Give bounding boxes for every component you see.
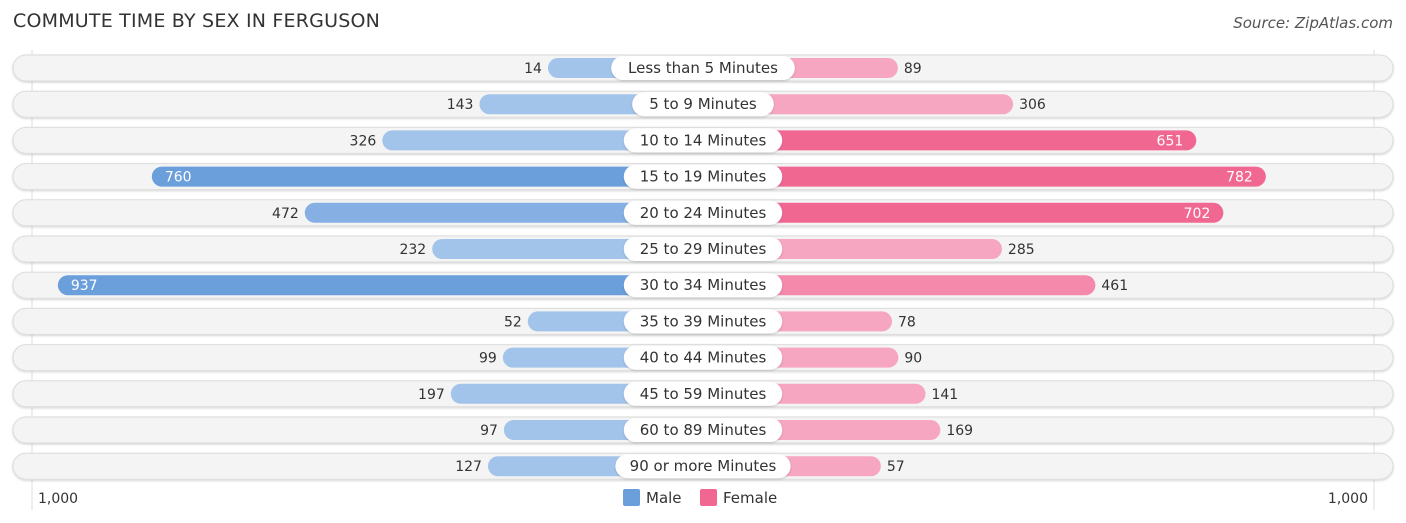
value-label-male: 127 [455,459,482,475]
axis-right-label: 1,000 [1328,491,1368,507]
bar-row: 14 89 Less than 5 Minutes [12,54,1394,82]
value-label-male: 232 [399,242,426,258]
value-label-male: 197 [418,387,445,403]
category-label: 90 or more Minutes [630,457,777,475]
value-label-male: 472 [272,206,299,222]
category-label: 35 to 39 Minutes [640,312,767,330]
bar-row: 197 141 45 to 59 Minutes [12,380,1394,408]
axis-left-label: 1,000 [38,491,78,507]
category-label: 20 to 24 Minutes [640,204,767,222]
legend: Male Female [623,489,777,507]
value-label-male: 760 [165,170,192,186]
value-label-female: 57 [887,459,905,475]
bar-female [703,166,1266,187]
bar-row: 143 306 5 to 9 Minutes [12,90,1394,118]
category-label: 10 to 14 Minutes [640,131,767,149]
bar-male [151,166,704,187]
bar-row: 52 78 35 to 39 Minutes [12,307,1394,335]
value-label-female: 141 [931,387,958,403]
bar-row: 937 461 30 to 34 Minutes [12,271,1394,299]
chart-canvas: 14 89 Less than 5 Minutes 143 306 5 to 9 Minu… [12,50,1394,510]
category-label: 25 to 29 Minutes [640,240,767,258]
category-label: 15 to 19 Minutes [640,168,767,186]
bar-row: 760 782 15 to 19 Minutes [12,163,1394,191]
category-label: 40 to 44 Minutes [640,349,767,367]
value-label-female: 90 [904,351,922,367]
bar-row: 99 90 40 to 44 Minutes [12,344,1394,372]
bar-row: 232 285 25 to 29 Minutes [12,235,1394,263]
value-label-male: 52 [504,314,522,330]
legend-label-female: Female [723,489,777,507]
value-label-female: 89 [904,61,922,77]
category-label: 30 to 34 Minutes [640,276,767,294]
value-label-male: 14 [524,61,542,77]
value-label-female: 306 [1019,97,1046,113]
value-label-female: 169 [946,423,973,439]
value-label-male: 99 [479,351,497,367]
legend-swatch-male [623,489,640,506]
value-label-female: 782 [1226,170,1253,186]
value-label-male: 143 [447,97,474,113]
bar-male [57,275,703,296]
value-label-female: 285 [1008,242,1035,258]
category-label: 5 to 9 Minutes [649,95,757,113]
value-label-female: 78 [898,314,916,330]
bar-row: 127 57 90 or more Minutes [12,452,1394,480]
legend-swatch-female [700,489,717,506]
value-label-female: 461 [1101,278,1128,294]
value-label-male: 937 [71,278,98,294]
category-label: Less than 5 Minutes [628,59,778,77]
value-label-female: 651 [1157,133,1184,149]
value-label-male: 97 [480,423,498,439]
category-label: 45 to 59 Minutes [640,385,767,403]
value-label-female: 702 [1184,206,1211,222]
bar-row: 97 169 60 to 89 Minutes [12,416,1394,444]
legend-label-male: Male [646,489,682,507]
bar-row: 326 651 10 to 14 Minutes [12,126,1394,154]
category-label: 60 to 89 Minutes [640,421,767,439]
value-label-male: 326 [350,133,377,149]
bar-row: 472 702 20 to 24 Minutes [12,199,1394,227]
